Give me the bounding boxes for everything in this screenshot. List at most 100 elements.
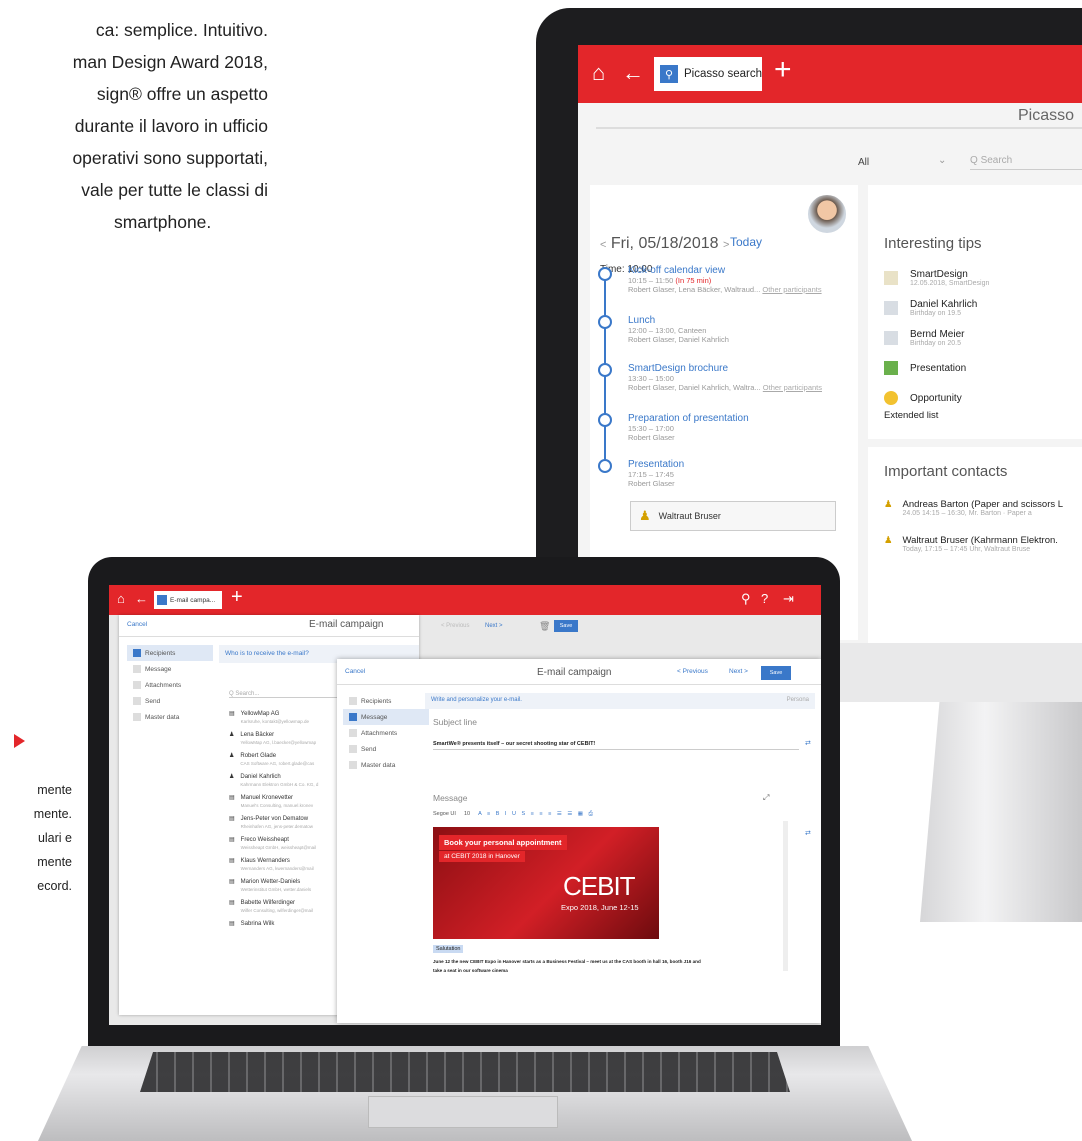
step-attachments[interactable]: Attachments bbox=[127, 677, 213, 693]
recipient-item[interactable]: ▤ Jens-Peter von Dematow Rheinhafen AG, je… bbox=[229, 816, 318, 830]
previous-button[interactable]: < Previous bbox=[441, 623, 470, 629]
recipient-item[interactable]: ▤ Manuel Kronevetter Manuel's Consulting, … bbox=[229, 795, 318, 809]
avatar[interactable] bbox=[806, 193, 848, 235]
format-icons[interactable]: A ≡ B I U S ≡ ≡ ≡ ☰ ☰ ▦ ⎙ bbox=[478, 811, 595, 818]
home-icon[interactable]: ⌂ bbox=[117, 591, 125, 606]
step-master-data[interactable]: Master data bbox=[127, 709, 213, 725]
steps-list: Recipients Message Attachments Send Mast… bbox=[127, 645, 213, 725]
laptop-screen: ⌂ ← E-mail campa... + ⚲ ? ⇥ Cancel E-mai… bbox=[109, 585, 821, 1025]
home-icon[interactable]: ⌂ bbox=[592, 60, 605, 86]
prev-day-icon[interactable]: < bbox=[600, 239, 606, 251]
today-button[interactable]: Today bbox=[730, 235, 762, 249]
recipient-item[interactable]: ▤ Freco Weissheapt Weissheapt GmbH, weissh… bbox=[229, 837, 318, 851]
contact-item[interactable]: ♟ Waltraut Bruser (Kahrmann Elektron. Tod… bbox=[884, 535, 1082, 553]
contact-icon: ♟ bbox=[229, 774, 235, 780]
tip-item[interactable]: Presentation bbox=[884, 353, 1082, 383]
placeholder-icon[interactable]: ⇄ bbox=[805, 739, 811, 747]
salutation-placeholder[interactable]: Salutation bbox=[433, 945, 464, 953]
event-item[interactable]: Preparation of presentation 15:30 – 17:0… bbox=[628, 413, 749, 442]
search-input[interactable]: Q Search bbox=[970, 155, 1082, 170]
recipient-item[interactable]: ▤ Klaus Wernanders Wernanders AG, kwernand… bbox=[229, 858, 318, 872]
tip-item[interactable]: SmartDesign 12.05.2018, SmartDesign bbox=[884, 263, 1082, 293]
cancel-button[interactable]: Cancel bbox=[345, 668, 365, 675]
back-arrow-icon[interactable]: ← bbox=[622, 60, 644, 86]
intro-line: durante il lavoro in ufficio bbox=[74, 116, 268, 136]
placeholder-icon[interactable]: ⇄ bbox=[805, 829, 811, 837]
next-button[interactable]: Next > bbox=[729, 668, 748, 675]
timeline-dot bbox=[598, 267, 612, 281]
search-icon[interactable]: ⚲ bbox=[741, 591, 751, 607]
play-arrow-icon bbox=[14, 734, 25, 748]
other-participants-link[interactable]: Other participants bbox=[762, 285, 821, 294]
opportunity-icon bbox=[884, 391, 898, 405]
recipient-name: Robert Glade bbox=[240, 753, 277, 759]
recipient-search-input[interactable]: Q Search... bbox=[229, 691, 339, 698]
tab-email-campaign[interactable]: E-mail campa... bbox=[154, 591, 222, 609]
step-recipients[interactable]: Recipients bbox=[127, 645, 213, 661]
step-master-data[interactable]: Master data bbox=[343, 757, 429, 773]
wizard-title: E-mail campaign bbox=[309, 619, 384, 630]
help-icon[interactable]: ? bbox=[761, 591, 768, 606]
recipient-item[interactable]: ▤ Babette Wilferdinger Wilfer Consulting, … bbox=[229, 900, 318, 914]
step-send[interactable]: Send bbox=[343, 741, 429, 757]
contact-icon: ▤ bbox=[229, 879, 235, 885]
step-marker bbox=[349, 729, 357, 737]
other-participants-link[interactable]: Other participants bbox=[763, 383, 822, 392]
recipient-item[interactable]: ▤ YellowMap AG Karlsruhe, kontakt@yellowma… bbox=[229, 711, 318, 725]
recipient-item[interactable]: ♟ Daniel Kahrlich Kahrmann Elektron GmbH &… bbox=[229, 774, 318, 788]
step-message[interactable]: Message bbox=[127, 661, 213, 677]
step-message[interactable]: Message bbox=[343, 709, 429, 725]
event-time: 10:15 – 11:50 bbox=[628, 276, 674, 285]
add-tab-icon[interactable]: + bbox=[231, 586, 243, 609]
contact-icon: ♟ bbox=[639, 508, 651, 523]
event-item[interactable]: Presentation 17:15 – 17:45 Robert Glaser bbox=[628, 459, 684, 488]
add-tab-icon[interactable]: + bbox=[774, 53, 792, 87]
expand-icon[interactable]: ⤢ bbox=[763, 793, 769, 803]
logout-icon[interactable]: ⇥ bbox=[783, 591, 794, 607]
delete-icon[interactable]: 🗑 bbox=[539, 621, 550, 632]
filter-select[interactable]: All bbox=[858, 157, 869, 168]
subject-input[interactable]: SmartWe® presents itself – our secret sh… bbox=[433, 741, 799, 750]
scrollbar[interactable] bbox=[783, 821, 788, 971]
tip-item[interactable]: Opportunity bbox=[884, 383, 1082, 413]
recipient-item[interactable]: ▤ Marion Wetter-Daniels Wetterinstitut Gmb… bbox=[229, 879, 318, 893]
recipient-sub: Karlsruhe, kontakt@yellowmap.de bbox=[240, 719, 310, 724]
cancel-button[interactable]: Cancel bbox=[127, 621, 147, 628]
event-item[interactable]: Kick-off calendar view 10:15 – 11:50 (In… bbox=[628, 265, 822, 294]
event-item[interactable]: Lunch 12:00 – 13:00, Canteen Robert Glas… bbox=[628, 315, 729, 344]
save-button[interactable]: Save bbox=[761, 666, 791, 680]
save-button[interactable]: Save bbox=[554, 620, 578, 632]
next-day-icon[interactable]: > bbox=[723, 239, 729, 251]
side-note-line: mente. bbox=[33, 807, 72, 821]
extended-list-link[interactable]: Extended list bbox=[884, 410, 938, 421]
font-size-select[interactable]: 10 bbox=[464, 811, 470, 818]
intro-line: ca: semplice. Intuitivo. bbox=[95, 20, 268, 40]
presentation-icon bbox=[884, 361, 898, 375]
recipient-item[interactable]: ▤ Sabrina Wilk bbox=[229, 921, 318, 928]
next-button[interactable]: Next > bbox=[485, 623, 503, 629]
tip-item[interactable]: Bernd Meier Birthday on 20.5 bbox=[884, 323, 1082, 353]
chevron-down-icon[interactable]: ⌄ bbox=[938, 155, 946, 166]
timeline-dot bbox=[598, 459, 612, 473]
previous-button[interactable]: < Previous bbox=[677, 668, 708, 675]
font-select[interactable]: Segoe UI bbox=[433, 811, 456, 818]
recipient-sub: CAS Software AG, robert.glade@cas bbox=[240, 761, 315, 766]
recipient-item[interactable]: ♟ Lena Bäcker YellowMap AG, l.baecker@yell… bbox=[229, 732, 318, 746]
previous-label: Previous bbox=[682, 668, 708, 675]
tab-picasso-search[interactable]: ⚲ Picasso search bbox=[654, 57, 762, 91]
recipient-name: YellowMap AG bbox=[240, 711, 280, 717]
back-arrow-icon[interactable]: ← bbox=[135, 591, 148, 606]
message-body[interactable]: June 12 the new CEBIT Expo in Hanover st… bbox=[433, 957, 773, 975]
step-recipients[interactable]: Recipients bbox=[343, 693, 429, 709]
event-item[interactable]: SmartDesign brochure 13:30 – 15:00 Rober… bbox=[628, 363, 822, 392]
tip-item[interactable]: Daniel Kahrlich Birthday on 19.5 bbox=[884, 293, 1082, 323]
contact-item[interactable]: ♟ Andreas Barton (Paper and scissors L 24… bbox=[884, 499, 1082, 517]
recipient-item[interactable]: ♟ Robert Glade CAS Software AG, robert.gla… bbox=[229, 753, 318, 767]
editor-toolbar: Segoe UI 10 A ≡ B I U S ≡ ≡ ≡ ☰ ☰ ▦ ⎙ bbox=[433, 811, 595, 818]
step-send[interactable]: Send bbox=[127, 693, 213, 709]
persona-link[interactable]: Persona bbox=[787, 697, 809, 703]
step-attachments[interactable]: Attachments bbox=[343, 725, 429, 741]
contact-icon: ♟ bbox=[229, 732, 235, 738]
previous-label: Previous bbox=[446, 623, 470, 629]
contact-chip[interactable]: ♟ Waltraut Bruser bbox=[630, 501, 836, 531]
